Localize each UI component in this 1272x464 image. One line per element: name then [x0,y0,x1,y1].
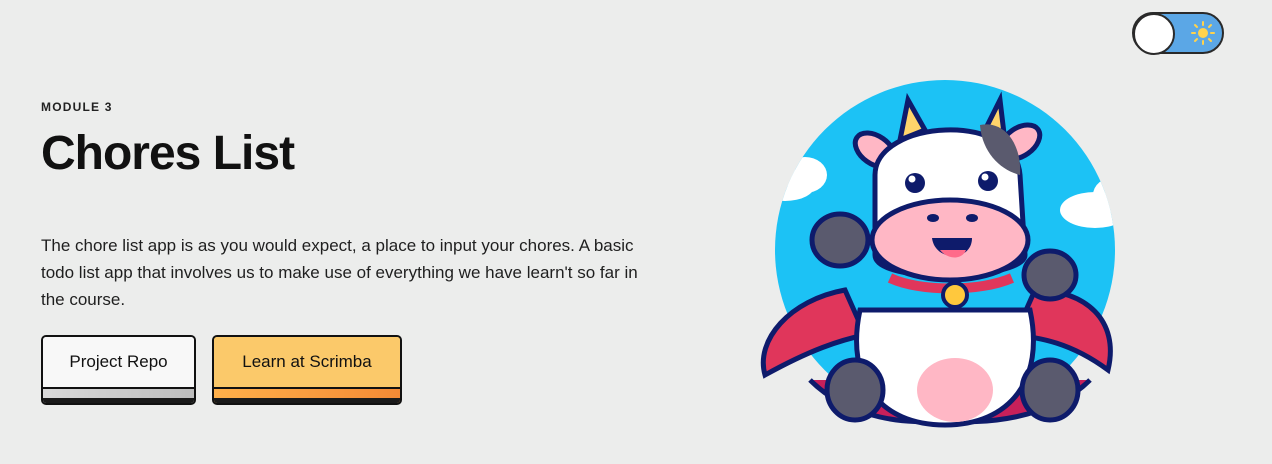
project-repo-label: Project Repo [43,337,194,389]
sun-icon [1191,21,1215,45]
theme-toggle[interactable] [1132,12,1224,55]
project-description: The chore list app is as you would expec… [41,236,638,309]
toggle-knob[interactable] [1133,13,1175,55]
learn-at-scrimba-button[interactable]: Learn at Scrimba [212,335,402,405]
module-label: MODULE 3 [41,100,113,114]
page-title: Chores List [41,127,295,180]
superhero-cow-illustration [760,80,1115,428]
project-repo-button[interactable]: Project Repo [41,335,196,405]
learn-at-scrimba-label: Learn at Scrimba [214,337,400,389]
